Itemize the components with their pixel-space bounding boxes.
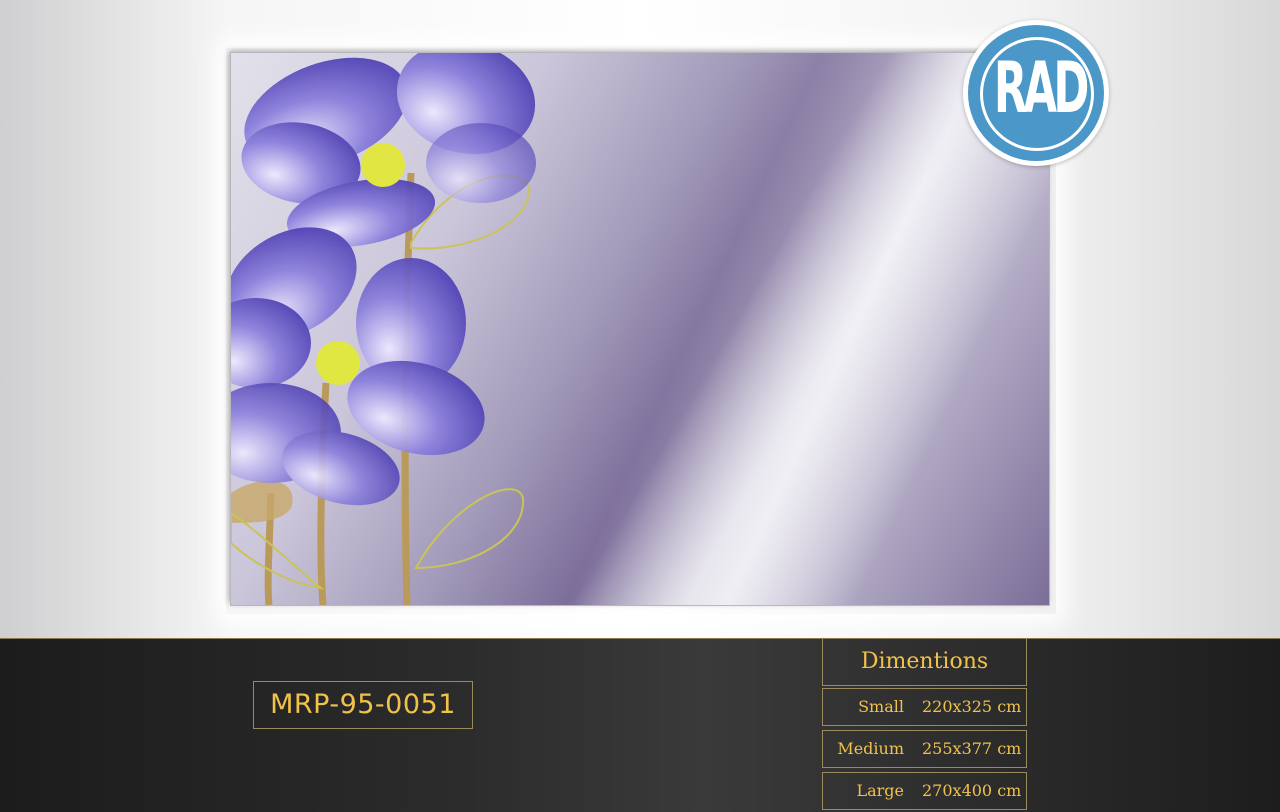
product-code: MRP-95-0051	[253, 681, 473, 729]
dimension-row-small: Small 220x325 cm	[822, 688, 1027, 726]
leaf-3	[231, 511, 325, 590]
flower-illustration	[231, 53, 536, 605]
flower-top	[241, 53, 536, 248]
stamen-middle	[316, 341, 360, 385]
dimensions-title: Dimentions	[822, 639, 1027, 686]
size-value: 255x377 cm	[922, 739, 1022, 758]
stamen-top	[361, 143, 405, 187]
size-name: Small	[858, 697, 904, 716]
size-name: Medium	[837, 739, 904, 758]
info-bar	[0, 638, 1280, 812]
calyx	[231, 481, 293, 523]
leaf-2	[414, 488, 525, 570]
size-value: 220x325 cm	[922, 697, 1022, 716]
size-value: 270x400 cm	[922, 781, 1022, 800]
dimension-row-medium: Medium 255x377 cm	[822, 730, 1027, 768]
logo-text: RAD	[993, 47, 1090, 129]
dimension-row-large: Large 270x400 cm	[822, 772, 1027, 810]
brand-logo: RAD	[963, 20, 1109, 166]
size-name: Large	[856, 781, 904, 800]
wallpaper-artwork	[231, 53, 1049, 605]
